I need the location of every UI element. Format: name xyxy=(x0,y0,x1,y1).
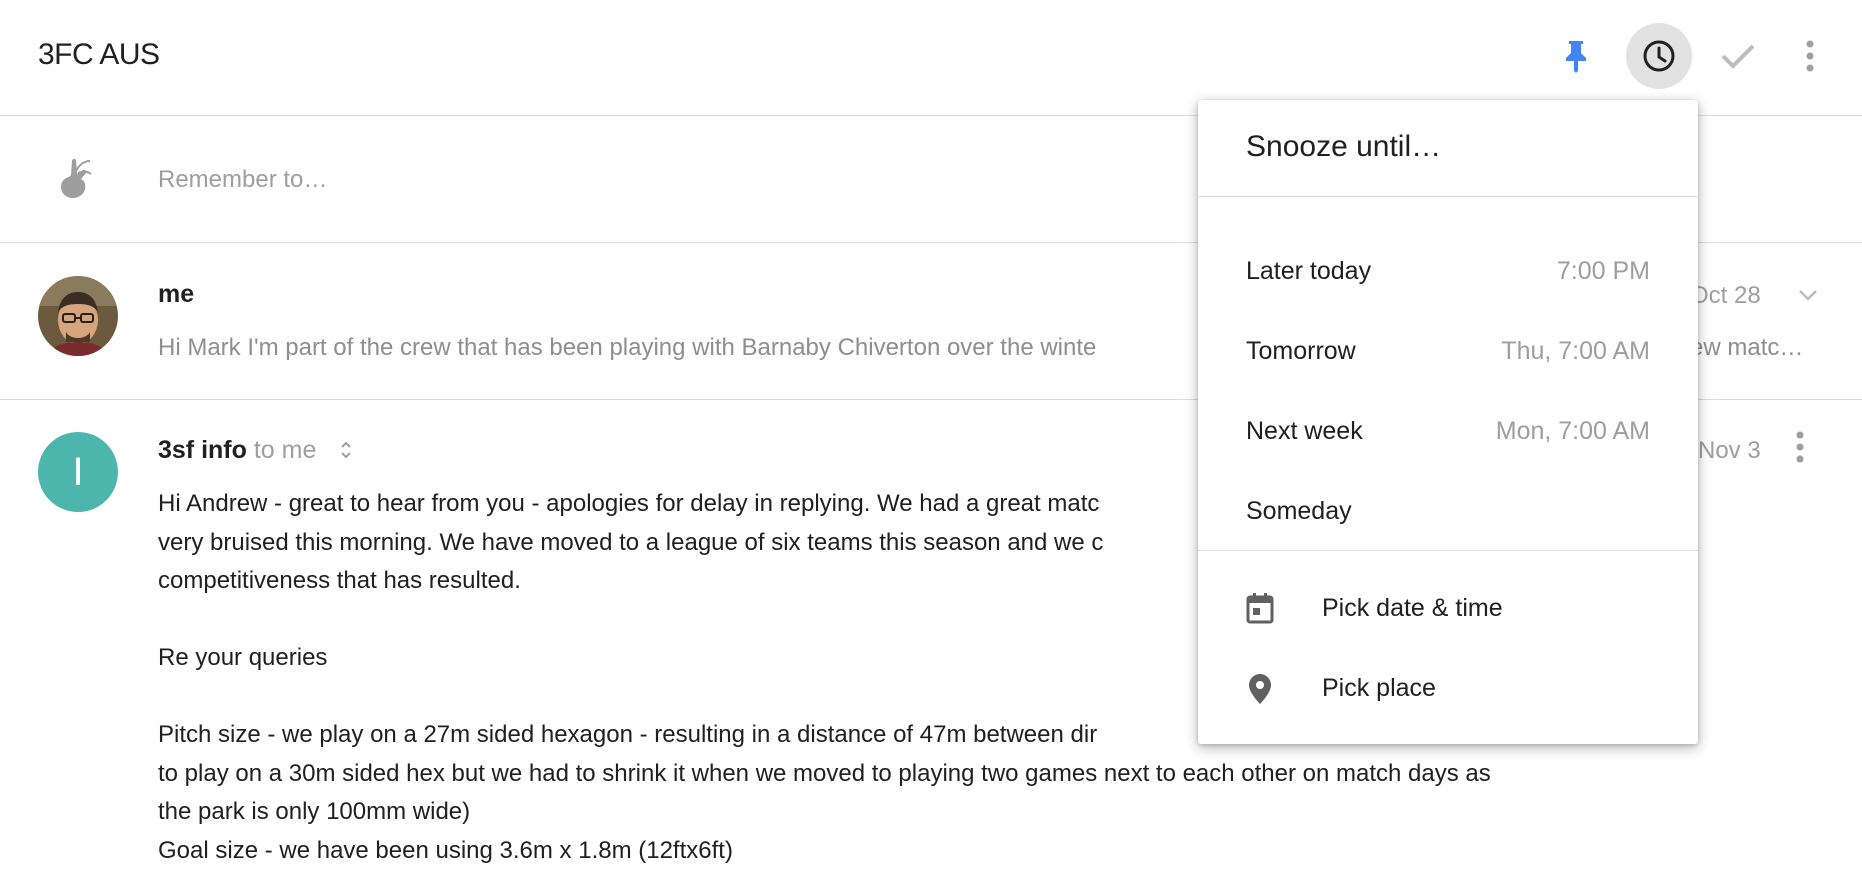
location-pin-icon xyxy=(1246,672,1274,711)
check-icon xyxy=(1721,44,1755,69)
mark-done-button[interactable] xyxy=(1706,24,1770,88)
more-options-button[interactable] xyxy=(1778,24,1842,88)
avatar: I xyxy=(38,432,118,512)
snooze-option-time: Mon, 7:00 AM xyxy=(1495,417,1650,445)
more-vert-icon xyxy=(1796,431,1804,463)
body-line: to play on a 30m sided hex but we had to… xyxy=(158,759,1491,787)
snooze-option-tomorrow[interactable]: Tomorrow Thu, 7:00 AM xyxy=(1198,319,1698,385)
body-line: the park is only 100mm wide) xyxy=(158,798,471,825)
snooze-option-time: Thu, 7:00 AM xyxy=(1501,337,1650,365)
thread-title: 3FC AUS xyxy=(38,38,160,71)
snooze-option-time: 7:00 PM xyxy=(1556,257,1650,285)
snooze-option-label: Later today xyxy=(1246,257,1372,285)
sender-line: 3sf info to me xyxy=(158,436,316,465)
avatar xyxy=(38,276,118,356)
sender-name: 3sf info xyxy=(158,436,247,464)
message-date: Nov 3 xyxy=(1698,437,1761,464)
snooze-menu-title: Snooze until… xyxy=(1246,130,1442,163)
snooze-option-label: Tomorrow xyxy=(1246,337,1356,365)
reminder-finger-icon xyxy=(56,157,96,208)
divider xyxy=(1198,550,1698,551)
snooze-option-next-week[interactable]: Next week Mon, 7:00 AM xyxy=(1198,399,1698,465)
snooze-option-label: Someday xyxy=(1246,497,1352,525)
pick-place-label: Pick place xyxy=(1322,674,1436,702)
pick-date-time-label: Pick date & time xyxy=(1322,594,1503,622)
snooze-menu: Snooze until… Later today 7:00 PM Tomorr… xyxy=(1198,100,1698,744)
snooze-button[interactable] xyxy=(1626,23,1692,89)
calendar-icon xyxy=(1246,592,1274,629)
snooze-option-someday[interactable]: Someday xyxy=(1198,479,1698,545)
reminder-input[interactable]: Remember to… xyxy=(158,166,327,194)
recipients: to me xyxy=(253,436,317,464)
snooze-option-label: Next week xyxy=(1246,417,1363,445)
message-snippet-tail: ew matc… xyxy=(1690,334,1804,361)
sender-name: me xyxy=(158,280,195,308)
divider xyxy=(1198,196,1698,197)
message-more-button[interactable] xyxy=(1796,431,1804,468)
chevron-down-icon[interactable] xyxy=(1798,288,1818,307)
pin-button[interactable] xyxy=(1544,24,1608,88)
message-date: Oct 28 xyxy=(1690,282,1761,309)
snooze-option-later-today[interactable]: Later today 7:00 PM xyxy=(1198,239,1698,305)
pick-place-button[interactable]: Pick place xyxy=(1198,654,1698,724)
unfold-more-icon[interactable] xyxy=(340,440,352,465)
clock-icon xyxy=(1643,40,1675,72)
body-line: Goal size - we have been using 3.6m x 1.… xyxy=(158,836,733,864)
pick-date-time-button[interactable]: Pick date & time xyxy=(1198,574,1698,644)
thread-header: 3FC AUS xyxy=(0,0,1862,116)
more-vert-icon xyxy=(1806,40,1814,72)
pin-icon xyxy=(1566,41,1586,73)
